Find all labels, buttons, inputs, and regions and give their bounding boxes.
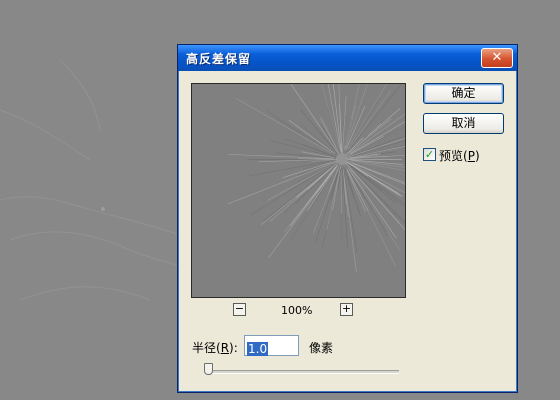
high-pass-dialog: 高反差保留 ✕ − 100% + 确定 取消 ✓ 预览(P) 半径(R): 1.… bbox=[177, 44, 518, 393]
dialog-titlebar[interactable]: 高反差保留 ✕ bbox=[178, 45, 517, 71]
preview-checkbox-label[interactable]: 预览(P) bbox=[439, 147, 480, 164]
plus-icon: + bbox=[341, 302, 352, 315]
preview-checkbox[interactable]: ✓ bbox=[423, 148, 436, 161]
preview-image bbox=[228, 84, 405, 273]
dialog-title: 高反差保留 bbox=[186, 52, 252, 66]
radius-unit: 像素 bbox=[309, 341, 334, 355]
minus-icon: − bbox=[234, 302, 245, 315]
checkmark-icon: ✓ bbox=[424, 148, 435, 161]
radius-input[interactable]: 1.0 bbox=[244, 335, 299, 356]
zoom-level: 100% bbox=[281, 304, 313, 317]
ok-button[interactable]: 确定 bbox=[423, 83, 504, 104]
cancel-button[interactable]: 取消 bbox=[423, 113, 504, 134]
zoom-out-button[interactable]: − bbox=[233, 303, 246, 316]
radius-label: 半径(R): bbox=[192, 341, 238, 355]
preview-pane[interactable] bbox=[191, 83, 406, 298]
radius-slider-track[interactable] bbox=[205, 370, 399, 374]
zoom-in-button[interactable]: + bbox=[340, 303, 353, 316]
close-icon[interactable]: ✕ bbox=[481, 48, 513, 68]
radius-slider-thumb[interactable] bbox=[203, 363, 213, 375]
radius-value: 1.0 bbox=[247, 342, 269, 356]
